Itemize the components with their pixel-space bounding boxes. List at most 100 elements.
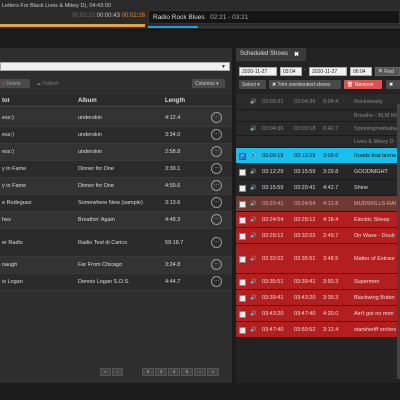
page-button[interactable]: 3 [155,368,167,376]
row-checkbox[interactable] [239,201,246,208]
library-toolbar: ● Delete ☁ Publish Columns ▾ [0,78,232,90]
row-checkbox[interactable] [239,279,246,286]
cell-end: 03:43:20 [294,295,316,301]
library-pagination: «‹ 2 3 4 5 ›» [0,366,232,378]
scheduled-toolbar: Select ▾ ✖ Trim overbooked shows 🗑 Remov… [236,79,400,90]
row-checkbox[interactable] [239,217,246,224]
more-options-icon[interactable]: ··· [211,129,222,140]
speaker-icon: 🔊 [250,126,257,132]
more-options-icon[interactable]: ··· [211,237,222,248]
more-options-icon[interactable]: ··· [211,276,222,287]
cell-start: 03:12:29 [262,169,284,175]
row-checkbox[interactable] [239,295,246,302]
cell-length: 4:20.0 [323,311,339,317]
more-options-icon[interactable]: ··· [211,259,222,270]
find-button[interactable]: 🔍Find [375,67,400,76]
cell-album: underskin [78,132,102,138]
page-button[interactable]: › [194,368,206,376]
schedule-row[interactable]: 🔊 03:24:54 03:29:12 4:18.4 Electric Sheep [236,212,400,228]
cell-length: 0:42.7 [323,126,339,132]
table-row[interactable]: naugh Far From Chicago 3:24.8 ··· [0,257,232,274]
cell-creator: naugh [2,262,18,268]
more-options-icon[interactable]: ··· [211,214,222,225]
select-button[interactable]: Select ▾ [239,80,266,89]
cell-length: 2:49.7 [323,233,339,239]
schedule-row[interactable]: 🔊 03:39:41 03:43:20 3:39.3 Blackwing Butter [236,290,400,306]
row-checkbox[interactable] [239,169,246,176]
column-album[interactable]: Album [78,98,97,104]
schedule-row[interactable]: 🔊 03:12:29 03:15:59 3:29.8 GOODNIGHT [236,164,400,180]
time-to-input[interactable]: 06:04 [350,67,372,76]
table-row[interactable]: e Rodeguez Somewhere New (sample) 3:13.6 ··… [0,195,232,212]
schedule-row[interactable]: 🔊 03:29:12 03:32:02 2:49.7 On Wave - Doub [236,228,400,244]
schedule-row[interactable]: 🔊 03:15:59 03:20:41 4:42.7 Shine [236,180,400,196]
table-row[interactable]: ess:) underskin 4:12.4 ··· [0,110,232,127]
cell-length: 3:39.3 [323,295,339,301]
row-checkbox[interactable] [239,311,246,318]
cloud-icon: ☁ [36,81,41,87]
schedule-row[interactable]: 🔊 03:00:31 03:04:36 0:04:4 Rocksteady [236,94,400,110]
page-button[interactable]: » [207,368,219,376]
columns-button[interactable]: Columns ▾ [192,79,225,88]
cell-title: Roads that burne [354,153,397,159]
trash-icon: 🗑 [347,82,354,88]
trim-overbooked-button[interactable]: ✖ Trim overbooked shows [269,80,341,89]
more-options-icon[interactable]: ··· [211,146,222,157]
table-row[interactable]: ess:) underskin 2:58.8 ··· [0,144,232,161]
row-checkbox[interactable] [239,185,246,192]
more-options-icon[interactable]: ··· [211,180,222,191]
speaker-icon: 🔊 [250,279,257,285]
more-options-icon[interactable]: ··· [211,197,222,208]
more-options-icon[interactable]: ··· [211,163,222,174]
speaker-icon: 🔊 [250,256,257,262]
publish-button[interactable]: ☁ Publish [34,79,68,88]
close-icon: ✖ [389,82,394,88]
page-button[interactable]: 2 [142,368,154,376]
table-row[interactable]: hes Breathin' Again 4:48.3 ··· [0,212,232,229]
table-row[interactable]: ess:) underskin 3:34.0 ··· [0,127,232,144]
cell-creator: e Rodeguez [2,200,32,206]
date-from-input[interactable]: 2020-11-27 [239,67,277,76]
row-checkbox[interactable] [239,233,246,240]
schedule-row[interactable]: 🔊 03:04:36 03:09:18 0:42.7 Spinningmerkaba [236,122,400,136]
close-icon[interactable]: ✖ [294,51,299,58]
cell-start: 03:32:02 [262,256,284,262]
time-elapsed: 00:03:10 [71,13,95,19]
cell-length: 0:04:4 [323,99,339,105]
column-creator[interactable]: tor [2,98,10,104]
cell-start: 03:43:20 [262,311,284,317]
more-options-icon[interactable]: ··· [211,112,222,123]
schedule-row[interactable]: 🔊 03:35:51 03:39:41 3:50.3 Supermen [236,274,400,290]
cancel-button[interactable]: ✖ [386,80,400,89]
column-length[interactable]: Length [165,98,185,104]
remove-button[interactable]: 🗑 Remove [344,80,382,89]
delete-button[interactable]: ● Delete [0,79,30,88]
table-row[interactable]: is Logan Dennis Logan S.O.S. 4:44.7 ··· [0,274,232,291]
cell-creator: y in Fame [2,166,27,172]
row-checkbox[interactable] [239,327,246,334]
schedule-row[interactable]: Breathe - BLM Mi [236,110,400,122]
cell-title: MUDSKILLS-RAI [354,201,397,207]
table-row[interactable]: y in Fame Dinner for One 3:39.1 ··· [0,161,232,178]
table-row[interactable]: er Radio Radio Test di Carico 59:18.7 ··· [0,229,232,257]
page-button[interactable]: « [100,368,111,376]
schedule-row[interactable]: 🔊 03:20:41 03:24:54 4:12.8 MUDSKILLS-RAI [236,196,400,212]
schedule-row[interactable]: 🔊 03:43:20 03:47:40 4:20.0 Ain't got no mon [236,306,400,322]
cell-album: underskin [78,115,102,121]
row-checkbox[interactable] [239,256,246,263]
row-checkbox[interactable]: ✓ [239,153,246,160]
schedule-row[interactable]: 🔊 03:32:02 03:35:51 3:48.5 Matter of Extraor [236,244,400,274]
cell-length: 59:18.7 [165,240,184,246]
speaker-icon: 🔊 [250,153,257,159]
page-button[interactable]: 4 [168,368,180,376]
page-button[interactable]: 5 [181,368,193,376]
cell-title: Spinningmerkaba [354,126,397,132]
schedule-row[interactable]: Lives & Mikey D [236,136,400,148]
date-to-input[interactable]: 2020-11-27 [309,67,347,76]
schedule-row[interactable]: 🔊 03:47:40 03:50:52 3:12.4 starsheriff orche… [236,322,400,338]
time-from-input[interactable]: 03:04 [280,67,302,76]
schedule-row[interactable]: ✓ 🔊 03:09:19 03:12:29 3:09.6 Roads that burne [236,148,400,164]
library-filter-select[interactable]: ▼ [0,62,230,71]
table-row[interactable]: y in Fame Dinner for One 4:59.6 ··· [0,178,232,195]
page-button[interactable]: ‹ [112,368,123,376]
